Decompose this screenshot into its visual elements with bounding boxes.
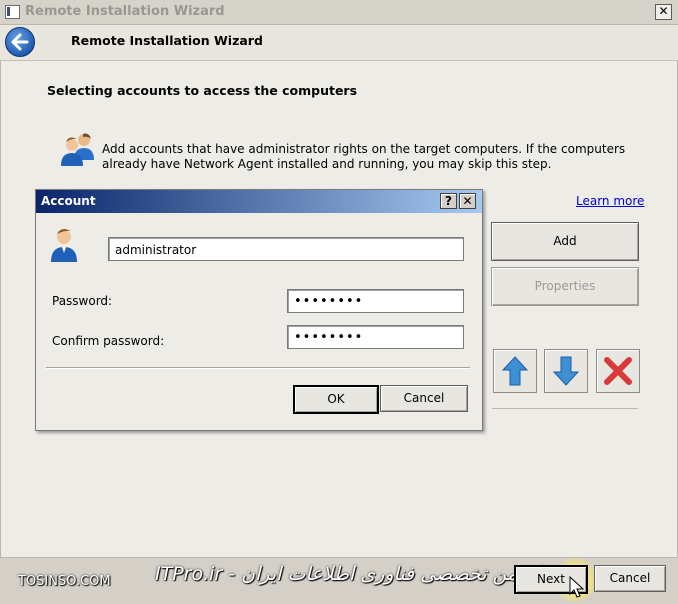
user-icon <box>51 229 77 262</box>
back-button[interactable] <box>5 27 35 57</box>
app-window-icon <box>5 5 20 19</box>
dialog-title: Account <box>41 194 96 208</box>
watermark-right: ITPro.ir - انجمن تخصصی فناوری اطلاعات ای… <box>155 563 541 585</box>
learn-more-link[interactable]: Learn more <box>576 194 644 208</box>
password-label: Password: <box>52 294 113 308</box>
window-titlebar: Remote Installation Wizard ✕ <box>0 0 678 25</box>
step-title: Selecting accounts to access the compute… <box>47 83 358 98</box>
account-name-input[interactable]: administrator <box>108 237 464 261</box>
properties-button[interactable]: Properties <box>491 267 639 306</box>
wizard-header: Remote Installation Wizard <box>0 25 678 61</box>
remove-account-button[interactable] <box>596 349 640 393</box>
move-up-arrow-icon <box>501 356 529 386</box>
dialog-separator <box>46 367 470 369</box>
help-button[interactable]: ? <box>440 193 457 209</box>
add-account-button[interactable]: Add <box>491 222 639 261</box>
wizard-footer: TOSINSO.COM ITPro.ir - انجمن تخصصی فناور… <box>0 557 678 604</box>
confirm-password-label: Confirm password: <box>52 334 165 348</box>
remove-x-icon <box>604 357 632 385</box>
users-group-icon <box>61 133 94 166</box>
confirm-password-input[interactable]: •••••••• <box>287 325 464 349</box>
dialog-titlebar: Account ? ✕ <box>36 190 482 213</box>
back-arrow-icon <box>11 33 29 51</box>
buttons-separator <box>492 408 638 409</box>
step-description: Add accounts that have administrator rig… <box>102 142 626 171</box>
ok-button[interactable]: OK <box>293 385 379 414</box>
window-close-button[interactable]: ✕ <box>655 4 672 20</box>
password-input[interactable]: •••••••• <box>287 289 464 313</box>
dialog-close-button[interactable]: ✕ <box>459 193 476 209</box>
cancel-button[interactable]: Cancel <box>594 565 666 592</box>
move-down-button[interactable] <box>544 349 588 393</box>
wizard-heading: Remote Installation Wizard <box>71 33 263 48</box>
mouse-pointer-icon <box>569 576 585 598</box>
dialog-cancel-button[interactable]: Cancel <box>380 385 468 412</box>
watermark-left: TOSINSO.COM <box>18 574 111 589</box>
move-up-button[interactable] <box>493 349 537 393</box>
window-title: Remote Installation Wizard <box>25 4 225 19</box>
move-down-arrow-icon <box>552 356 580 386</box>
account-dialog: Account ? ✕ administrator Password: ••••… <box>35 189 483 431</box>
